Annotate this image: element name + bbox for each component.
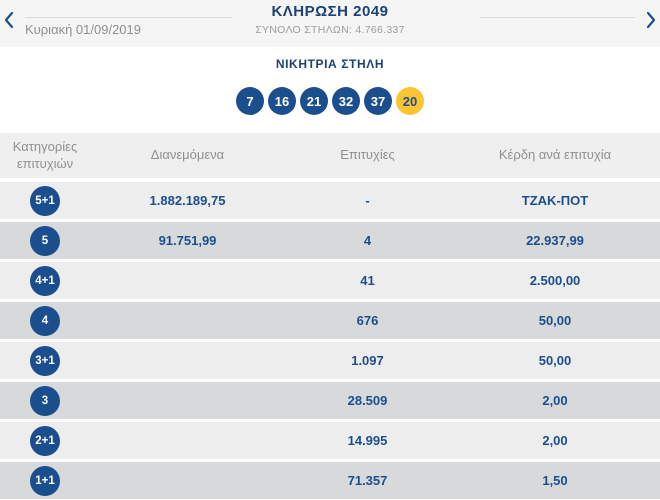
table-row: 3+1 1.097 50,00 [0,342,660,379]
cell-winners: 1.097 [351,353,384,368]
winning-number-ball: 37 [364,87,392,115]
category-cell: 5+1 [0,182,90,219]
table-row: 5+1 1.882.189,75 - ΤΖΑΚ-ΠΟΤ [0,182,660,219]
cell-distributed: 91.751,99 [158,233,217,248]
cell-prize: 22.937,99 [526,233,584,248]
cell-distributed [90,262,285,299]
table-row: 4 676 50,00 [0,302,660,339]
cell-distributed: 1.882.189,75 [149,193,226,208]
category-cell: 1+1 [0,462,90,499]
cell-distributed [90,342,285,379]
cell-winners: 676 [356,313,379,328]
joker-number-ball: 20 [396,87,424,115]
category-cell: 5 [0,222,90,259]
cell-winners: 4 [363,233,372,248]
col-header-prize: Κέρδη ανά επιτυχία [498,147,612,163]
total-columns-label: ΣΥΝΟΛΟ ΣΤΗΛΩΝ: 4.766.337 [255,24,405,36]
cell-prize: 50,00 [538,313,572,328]
cell-prize: 50,00 [538,353,572,368]
cell-distributed [90,422,285,459]
cell-winners: 71.357 [347,473,388,488]
cell-distributed [90,462,285,499]
cell-distributed [90,382,285,419]
category-badge: 1+1 [30,465,60,496]
cell-prize: 2,00 [542,433,568,448]
winning-number-ball: 7 [236,87,264,115]
winning-number-ball: 32 [332,87,360,115]
category-cell: 4+1 [0,262,90,299]
table-row: 5 91.751,99 4 22.937,99 [0,222,660,259]
cell-prize: 1,50 [542,473,568,488]
winning-number-ball: 16 [268,87,296,115]
cell-prize: 2,00 [542,393,568,408]
category-badge: 4+1 [30,265,60,296]
category-badge: 5 [30,225,60,256]
cell-prize: ΤΖΑΚ-ΠΟΤ [521,193,589,208]
results-table: Κατηγορίες επιτυχιών Διανεμόμενα Επιτυχί… [0,133,660,500]
table-row: 1+1 71.357 1,50 [0,462,660,499]
table-header-row: Κατηγορίες επιτυχιών Διανεμόμενα Επιτυχί… [0,133,660,178]
category-cell: 2+1 [0,422,90,459]
category-badge: 3+1 [30,345,60,376]
cell-prize: 2.500,00 [529,273,581,288]
winning-column-label: ΝΙΚΗΤΡΙΑ ΣΤΗΛΗ [275,57,385,71]
results-table-body: 5+1 1.882.189,75 - ΤΖΑΚ-ΠΟΤ 5 91.751,99 … [0,182,660,499]
category-badge: 4 [30,305,60,336]
category-badge: 2+1 [30,425,60,456]
cell-distributed [90,302,285,339]
col-header-distributed: Διανεμόμενα [150,147,225,163]
col-header-categories: Κατηγορίες επιτυχιών [12,138,78,171]
winning-number-ball: 21 [300,87,328,115]
category-cell: 3+1 [0,342,90,379]
category-badge: 5+1 [30,185,60,216]
table-row: 4+1 41 2.500,00 [0,262,660,299]
winning-numbers: 7 16 21 32 37 20 [0,87,660,115]
cell-winners: 14.995 [347,433,388,448]
draw-header: Κυριακή 01/09/2019 ΚΛΗΡΩΣΗ 2049 ΣΥΝΟΛΟ Σ… [0,0,660,47]
joker-draw-results-page: Κυριακή 01/09/2019 ΚΛΗΡΩΣΗ 2049 ΣΥΝΟΛΟ Σ… [0,0,660,500]
cell-winners: - [365,193,370,208]
table-row: 2+1 14.995 2,00 [0,422,660,459]
cell-winners: 41 [360,273,375,288]
category-cell: 3 [0,382,90,419]
table-row: 3 28.509 2,00 [0,382,660,419]
category-cell: 4 [0,302,90,339]
draw-title: ΚΛΗΡΩΣΗ 2049 [271,3,389,20]
cell-winners: 28.509 [347,393,388,408]
col-header-winners: Επιτυχίες [340,147,395,163]
next-draw-button[interactable] [644,11,658,29]
category-badge: 3 [30,385,60,416]
chevron-right-icon[interactable] [644,11,658,29]
